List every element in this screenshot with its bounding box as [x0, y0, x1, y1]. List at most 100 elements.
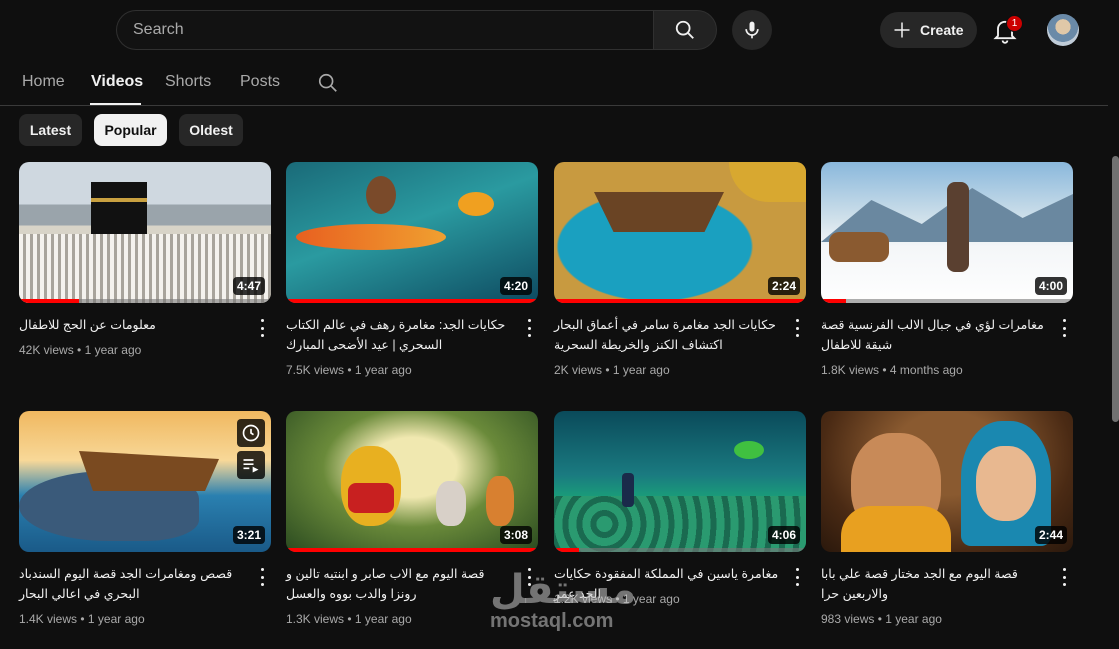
more-options-icon[interactable] — [1060, 568, 1068, 586]
watch-progress — [286, 548, 538, 552]
upload-age: 1 year ago — [87, 612, 145, 626]
avatar[interactable] — [1047, 14, 1079, 46]
chip-popular[interactable]: Popular — [94, 114, 167, 146]
more-options-icon[interactable] — [258, 568, 266, 586]
chip-latest[interactable]: Latest — [19, 114, 82, 146]
video-thumbnail[interactable]: 4:20 — [286, 162, 538, 303]
watch-progress — [554, 299, 806, 303]
video-thumbnail[interactable]: 2:24 — [554, 162, 806, 303]
watermark: مستقل mostaql.com — [490, 570, 636, 632]
voice-search-button[interactable] — [732, 10, 772, 50]
queue-icon — [243, 459, 259, 473]
video-meta: 7.5K views • 1 year ago — [286, 363, 412, 377]
upload-age: 1 year ago — [354, 612, 412, 626]
view-count: 42K views — [19, 343, 74, 357]
video-title[interactable]: قصة اليوم مع الاب صابر و ابنتيه تالين و … — [286, 564, 511, 604]
chip-label: Latest — [29, 122, 72, 138]
progress-track — [821, 299, 1073, 303]
fish-shape — [734, 441, 764, 459]
rabbit-shape — [436, 481, 466, 526]
video-meta: 1.8K views • 4 months ago — [821, 363, 963, 377]
tab-shorts[interactable]: Shorts — [165, 73, 211, 91]
scrollbar-thumb[interactable] — [1112, 156, 1119, 422]
more-options-icon[interactable] — [1060, 319, 1068, 337]
ship-shape — [594, 192, 724, 232]
stones-pattern — [554, 496, 806, 552]
video-card[interactable]: 4:06 مغامرة ياسين في المملكة المفقودة حك… — [554, 411, 806, 606]
kaaba-shape — [91, 182, 147, 234]
video-thumbnail[interactable]: 2:44 — [821, 411, 1073, 552]
fish-shape — [458, 192, 494, 216]
video-card[interactable]: 2:44 قصة اليوم مع الجد مختار قصة علي باب… — [821, 411, 1073, 626]
chip-label: Popular — [104, 122, 157, 138]
clock-icon — [242, 424, 260, 442]
watch-progress — [821, 299, 847, 303]
search-box: Search — [116, 10, 717, 50]
search-button[interactable] — [653, 10, 717, 50]
character-shape — [366, 176, 396, 214]
watch-progress — [554, 548, 580, 552]
watch-progress — [19, 299, 80, 303]
search-icon — [675, 20, 694, 39]
video-card[interactable]: 3:21 قصص ومغامرات الجد قصة اليوم السندبا… — [19, 411, 271, 626]
search-input[interactable]: Search — [116, 10, 653, 50]
ship-shape — [79, 451, 219, 491]
video-card[interactable]: 2:24 حكايات الجد مغامرة سامر في أعماق ال… — [554, 162, 806, 377]
tab-posts[interactable]: Posts — [240, 73, 280, 91]
video-card[interactable]: 4:47 معلومات عن الحج للاطفال 42K views •… — [19, 162, 271, 357]
video-title[interactable]: قصة اليوم مع الجد مختار قصة علي بابا وال… — [821, 564, 1046, 604]
video-meta: 42K views • 1 year ago — [19, 343, 142, 357]
video-meta: 2K views • 1 year ago — [554, 363, 670, 377]
video-thumbnail[interactable]: 4:00 — [821, 162, 1073, 303]
upload-age: 1 year ago — [885, 612, 942, 626]
duration-badge: 4:47 — [232, 277, 265, 295]
video-meta: 983 views • 1 year ago — [821, 612, 942, 626]
view-count: 983 views — [821, 612, 875, 626]
more-options-icon[interactable] — [258, 319, 266, 337]
kaaba-band — [91, 198, 147, 202]
duration-badge: 4:00 — [1034, 277, 1067, 295]
rabbit-shape — [486, 476, 514, 526]
tab-videos[interactable]: Videos — [91, 73, 143, 91]
search-icon[interactable] — [317, 72, 339, 94]
duration-badge: 4:20 — [499, 277, 532, 295]
view-count: 1.8K views — [821, 363, 880, 377]
more-options-icon[interactable] — [793, 319, 801, 337]
video-title[interactable]: مغامرات لؤي في جبال الالب الفرنسية قصة ش… — [821, 315, 1046, 355]
face-shape — [976, 446, 1036, 521]
gold-shape — [729, 162, 806, 202]
video-card[interactable]: 4:00 مغامرات لؤي في جبال الالب الفرنسية … — [821, 162, 1073, 377]
duration-badge: 3:21 — [232, 526, 265, 544]
video-thumbnail[interactable]: 3:08 — [286, 411, 538, 552]
more-options-icon[interactable] — [793, 568, 801, 586]
search-placeholder: Search — [133, 21, 184, 38]
progress-track — [554, 548, 806, 552]
plus-icon — [894, 22, 910, 38]
video-thumbnail[interactable]: 3:21 — [19, 411, 271, 552]
duration-badge: 2:44 — [1034, 526, 1067, 544]
watermark-latin: mostaql.com — [490, 610, 614, 632]
chip-oldest[interactable]: Oldest — [179, 114, 243, 146]
more-options-icon[interactable] — [525, 319, 533, 337]
video-card[interactable]: 3:08 قصة اليوم مع الاب صابر و ابنتيه تال… — [286, 411, 538, 626]
view-count: 1.3K views — [286, 612, 345, 626]
watch-later-button[interactable] — [237, 419, 265, 447]
deer-shape — [829, 232, 889, 262]
watermark-arabic: مستقل — [490, 568, 637, 612]
upload-age: 4 months ago — [889, 363, 963, 377]
duration-badge: 2:24 — [767, 277, 800, 295]
video-thumbnail[interactable]: 4:47 — [19, 162, 271, 303]
video-thumbnail[interactable]: 4:06 — [554, 411, 806, 552]
video-card[interactable]: 4:20 حكايات الجد: مغامرة رهف في عالم الك… — [286, 162, 538, 377]
create-button[interactable]: Create — [880, 12, 977, 48]
active-tab-indicator — [90, 103, 141, 105]
top-bar: Search Create 1 — [0, 0, 1119, 60]
video-meta: 1.3K views • 1 year ago — [286, 612, 412, 626]
video-title[interactable]: حكايات الجد: مغامرة رهف في عالم الكتاب ا… — [286, 315, 511, 355]
video-title[interactable]: قصص ومغامرات الجد قصة اليوم السندباد الب… — [19, 564, 244, 604]
video-title[interactable]: معلومات عن الحج للاطفال — [19, 315, 244, 335]
upload-age: 1 year ago — [84, 343, 142, 357]
tab-home[interactable]: Home — [22, 73, 65, 91]
video-title[interactable]: حكايات الجد مغامرة سامر في أعماق البحار … — [554, 315, 779, 355]
add-to-queue-button[interactable] — [237, 451, 265, 479]
